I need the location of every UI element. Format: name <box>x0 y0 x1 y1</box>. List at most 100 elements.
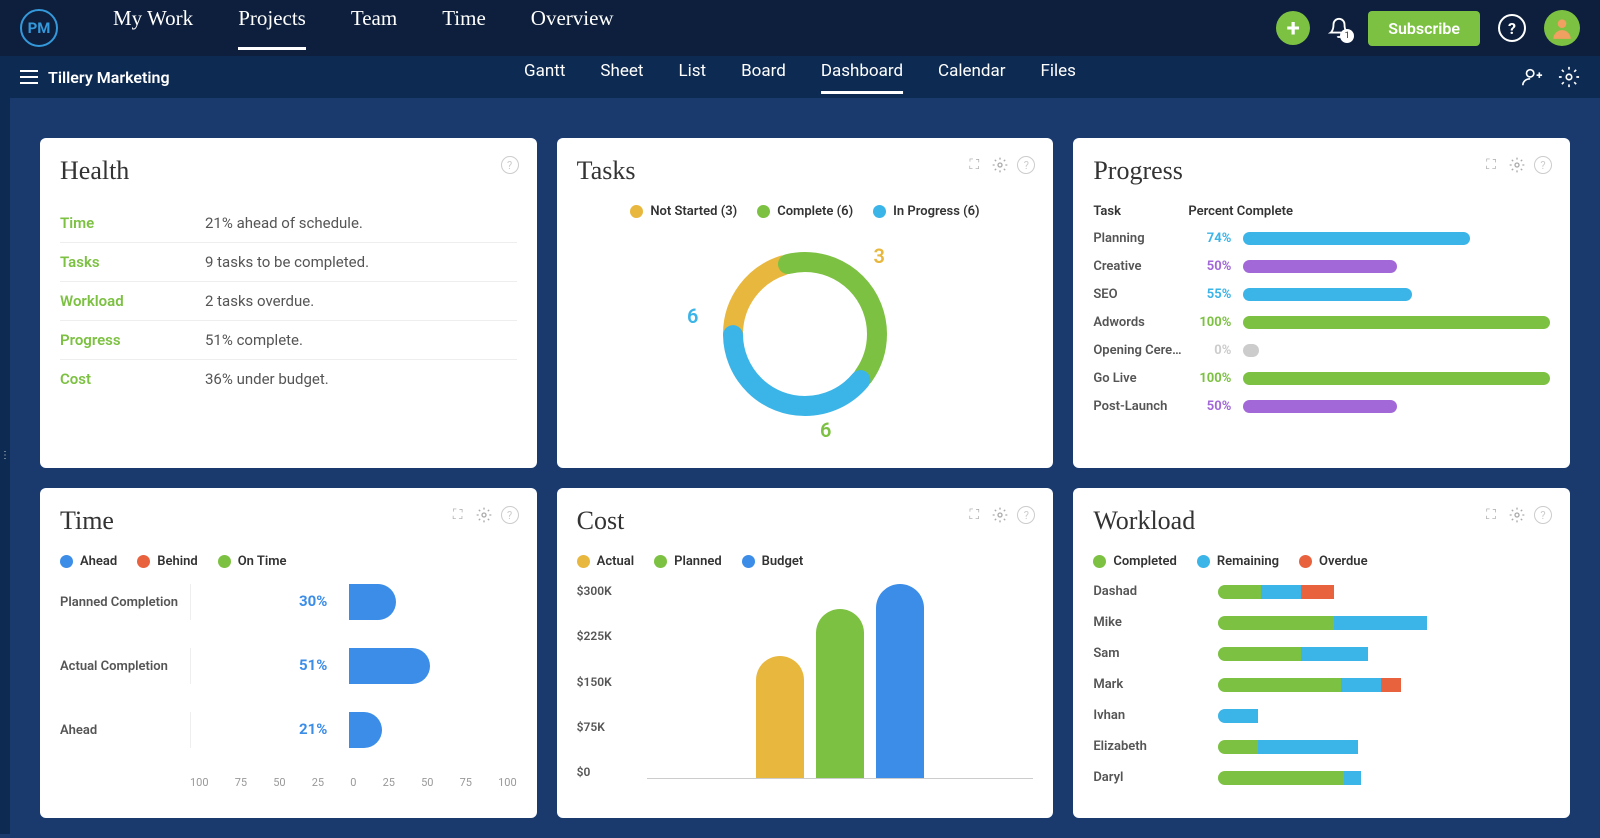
tab-calendar[interactable]: Calendar <box>938 61 1005 94</box>
progress-pct: 50% <box>1188 259 1243 274</box>
time-row-label: Planned Completion <box>60 595 190 610</box>
axis-tick: 75 <box>460 776 472 789</box>
project-name: Tillery Marketing <box>48 68 170 87</box>
donut-label-inprogress: 6 <box>687 304 698 328</box>
legend-dot <box>873 205 886 218</box>
legend-item: Completed <box>1093 554 1177 569</box>
workload-segment <box>1218 647 1301 661</box>
nav-team[interactable]: Team <box>351 6 397 50</box>
tab-dashboard[interactable]: Dashboard <box>821 61 903 94</box>
legend-dot <box>630 205 643 218</box>
legend-dot <box>577 555 590 568</box>
progress-task-name: Planning <box>1093 231 1188 246</box>
widget-help-icon[interactable]: ? <box>1534 506 1552 524</box>
progress-bar-track <box>1243 372 1550 385</box>
progress-pct: 100% <box>1188 315 1243 330</box>
progress-bar-track <box>1243 288 1550 301</box>
tab-board[interactable]: Board <box>741 61 786 94</box>
nav-time[interactable]: Time <box>442 6 486 50</box>
progress-bar-track <box>1243 260 1550 273</box>
tab-list[interactable]: List <box>678 61 706 94</box>
notifications-icon[interactable]: 1 <box>1328 17 1350 39</box>
app-logo[interactable]: PM <box>20 9 58 47</box>
progress-pct: 74% <box>1188 231 1243 246</box>
add-button[interactable]: + <box>1276 11 1310 45</box>
expand-icon[interactable]: ⛶ <box>965 156 983 174</box>
add-member-icon[interactable] <box>1521 66 1543 88</box>
settings-icon[interactable] <box>1558 66 1580 88</box>
subscribe-button[interactable]: Subscribe <box>1368 11 1480 46</box>
axis-tick: $150K <box>577 675 612 689</box>
widget-help-icon[interactable]: ? <box>1534 156 1552 174</box>
axis-tick: 100 <box>190 776 209 789</box>
expand-icon[interactable]: ⛶ <box>1482 506 1500 524</box>
legend-label: In Progress (6) <box>893 204 979 219</box>
legend-label: Behind <box>157 554 197 569</box>
expand-icon[interactable]: ⛶ <box>965 506 983 524</box>
time-pct: 30% <box>299 592 327 610</box>
workload-person: Mark <box>1093 677 1218 692</box>
user-avatar[interactable] <box>1544 10 1580 46</box>
workload-segment <box>1381 678 1401 692</box>
legend-item: Planned <box>654 554 722 569</box>
expand-handle-icon[interactable]: ⋮ <box>0 450 10 461</box>
progress-bar-track <box>1243 344 1550 357</box>
legend-label: Planned <box>674 554 722 569</box>
widget-help-icon[interactable]: ? <box>1017 156 1035 174</box>
legend-dot <box>1197 555 1210 568</box>
workload-row: Elizabeth <box>1093 739 1550 754</box>
workload-segment <box>1218 771 1344 785</box>
gear-icon[interactable] <box>475 506 493 524</box>
tab-files[interactable]: Files <box>1041 61 1076 94</box>
expand-icon[interactable]: ⛶ <box>1482 156 1500 174</box>
gear-icon[interactable] <box>991 506 1009 524</box>
time-track: 51% <box>190 648 517 684</box>
legend-label: Remaining <box>1217 554 1279 569</box>
progress-header-pct: Percent Complete <box>1188 204 1293 219</box>
workload-segment <box>1258 740 1357 754</box>
workload-row: Mike <box>1093 615 1550 630</box>
legend-item: Overdue <box>1299 554 1368 569</box>
cost-bar-chart: $300K$225K$150K$75K$0 <box>577 584 1034 804</box>
axis-tick: 50 <box>421 776 433 789</box>
legend-label: On Time <box>238 554 287 569</box>
workload-segment <box>1218 616 1334 630</box>
widget-help-icon[interactable]: ? <box>501 506 519 524</box>
legend-dot <box>137 555 150 568</box>
health-label: Time <box>60 214 205 232</box>
time-pct: 51% <box>299 656 327 674</box>
tab-gantt[interactable]: Gantt <box>524 61 565 94</box>
tasks-donut-chart: 3 6 6 <box>705 234 905 434</box>
gear-icon[interactable] <box>1508 156 1526 174</box>
axis-tick: $300K <box>577 584 612 598</box>
widget-help-icon[interactable]: ? <box>501 156 519 174</box>
time-bar <box>349 648 430 684</box>
nav-my-work[interactable]: My Work <box>113 6 193 50</box>
legend-dot <box>757 205 770 218</box>
legend-dot <box>1093 555 1106 568</box>
time-track: 21% <box>190 712 517 748</box>
tab-sheet[interactable]: Sheet <box>600 61 643 94</box>
nav-projects[interactable]: Projects <box>238 6 306 50</box>
health-row: Tasks9 tasks to be completed. <box>60 243 517 282</box>
axis-tick: $225K <box>577 629 612 643</box>
gear-icon[interactable] <box>991 156 1009 174</box>
progress-header-task: Task <box>1093 204 1188 219</box>
menu-icon[interactable] <box>20 70 38 84</box>
nav-overview[interactable]: Overview <box>531 6 614 50</box>
topbar-right: + 1 Subscribe ? <box>1276 10 1580 46</box>
health-row: Progress51% complete. <box>60 321 517 360</box>
workload-row: Daryl <box>1093 770 1550 785</box>
expand-icon[interactable]: ⛶ <box>449 506 467 524</box>
progress-bar <box>1243 344 1258 357</box>
workload-segment <box>1218 740 1258 754</box>
gear-icon[interactable] <box>1508 506 1526 524</box>
help-icon[interactable]: ? <box>1498 14 1526 42</box>
widget-workload: Workload ⛶ ? CompletedRemainingOverdue D… <box>1073 488 1570 818</box>
workload-bar <box>1218 585 1550 599</box>
axis-tick: 50 <box>273 776 285 789</box>
view-tabs: Gantt Sheet List Board Dashboard Calendar File… <box>524 61 1076 94</box>
widget-tasks: Tasks ⛶ ? Not Started (3)Complete (6)In … <box>557 138 1054 468</box>
widget-help-icon[interactable]: ? <box>1017 506 1035 524</box>
progress-task-name: Post-Launch <box>1093 399 1188 414</box>
